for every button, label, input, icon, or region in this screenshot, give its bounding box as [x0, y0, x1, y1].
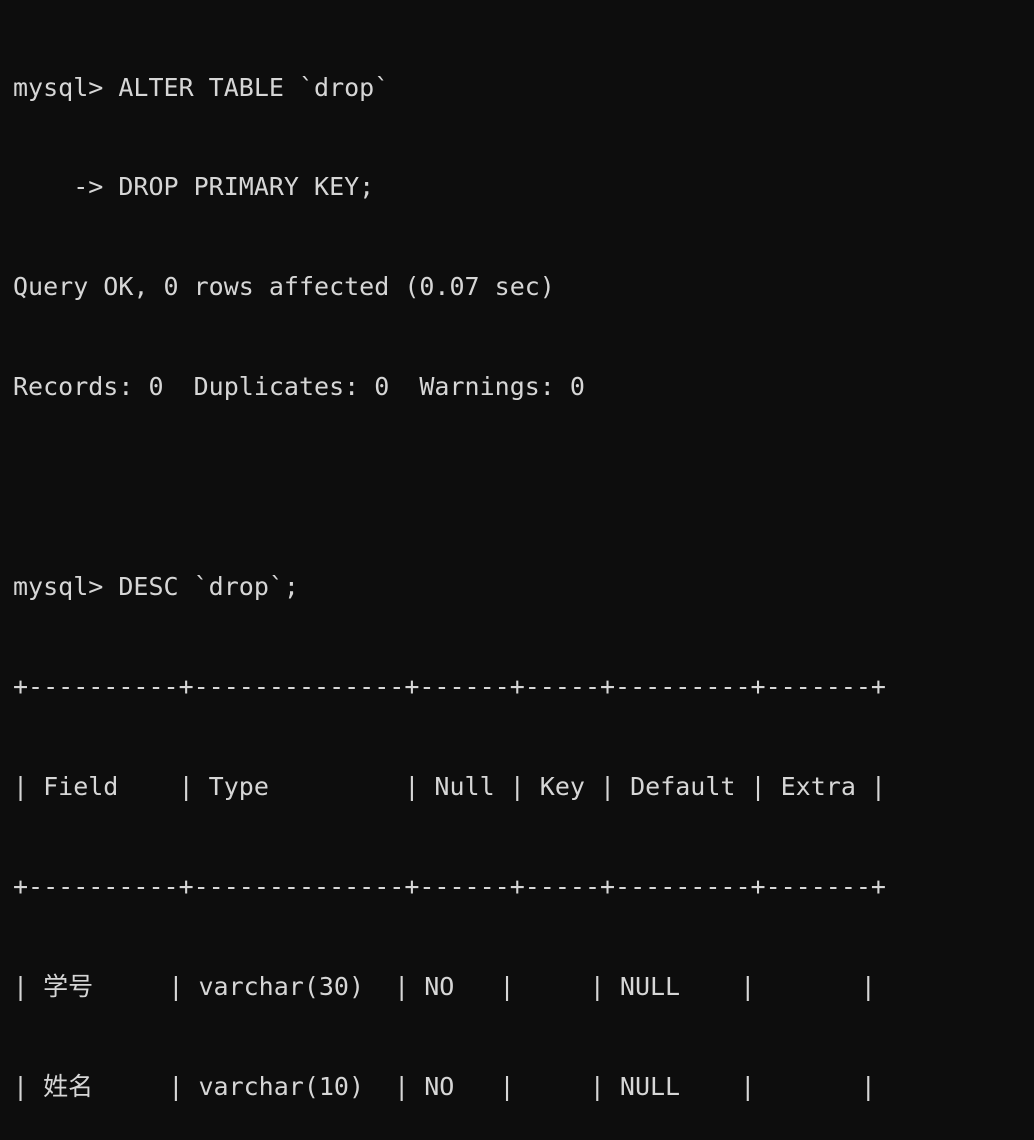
terminal-line-alter-table: mysql> ALTER TABLE `drop` — [13, 72, 390, 102]
table-row: | 学号 | varchar(30) | NO | | NULL | | — [13, 971, 876, 1001]
table-row: | 姓名 | varchar(10) | NO | | NULL | | — [13, 1071, 876, 1101]
terminal-output[interactable]: mysql> ALTER TABLE `drop` -> DROP PRIMAR… — [0, 0, 1034, 1101]
table-header-row: | Field | Type | Null | Key | Default | … — [13, 771, 886, 801]
table-border-top: +----------+--------------+------+-----+… — [13, 671, 886, 701]
terminal-line-drop-primary-key: -> DROP PRIMARY KEY; — [13, 172, 375, 202]
terminal-line-records-summary: Records: 0 Duplicates: 0 Warnings: 0 — [13, 372, 585, 402]
terminal-line-desc-command: mysql> DESC `drop`; — [13, 572, 299, 602]
terminal-line-query-ok: Query OK, 0 rows affected (0.07 sec) — [13, 272, 555, 302]
table-border-header: +----------+--------------+------+-----+… — [13, 871, 886, 901]
